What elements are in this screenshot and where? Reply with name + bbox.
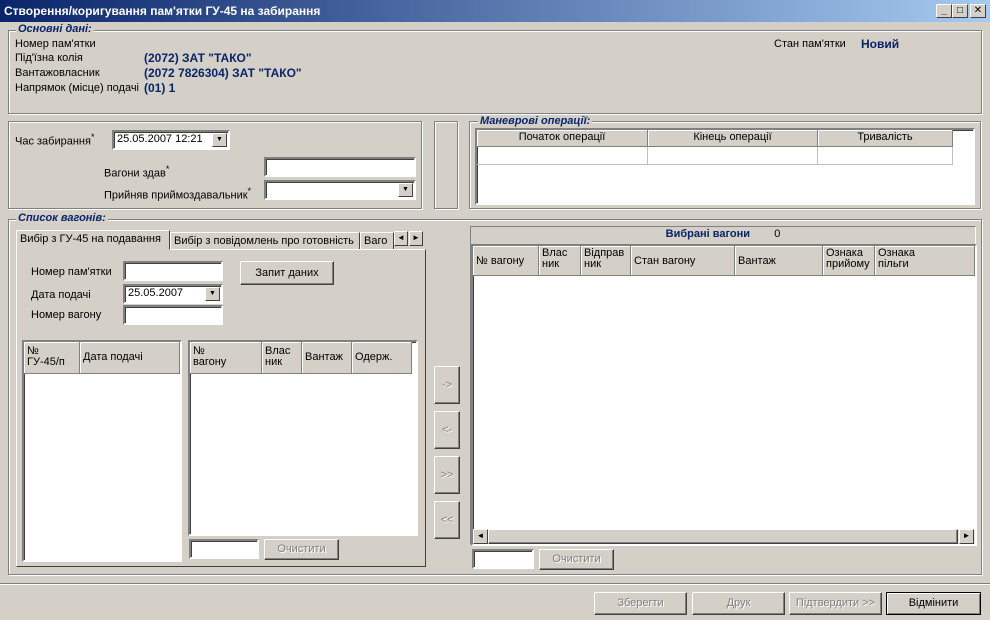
move-all-right-button[interactable]: >> — [434, 456, 460, 494]
scroll-right-icon[interactable]: ► — [959, 529, 974, 544]
move-right-button[interactable]: -> — [434, 366, 460, 404]
selected-header: Вибрані вагони 0 — [471, 228, 975, 244]
available-col-cargo[interactable]: Вантаж — [302, 342, 352, 374]
shunting-col-duration[interactable]: Тривалість — [818, 130, 953, 147]
move-left-button[interactable]: <- — [434, 411, 460, 449]
received-label: Прийняв приймоздавальник* — [104, 186, 252, 202]
dropdown-arrow-icon[interactable]: ▼ — [212, 133, 227, 147]
received-select[interactable]: ▼ — [264, 180, 416, 200]
selected-filter-input[interactable] — [472, 549, 534, 569]
tab-readiness-notices[interactable]: Вибір з повідомлень про готовність — [170, 232, 360, 250]
pickup-time-select[interactable]: 25.05.2007 12:21 ▼ — [112, 130, 230, 150]
move-all-left-button[interactable]: << — [434, 501, 460, 539]
memo-number-label: Номер пам'ятки — [15, 38, 96, 50]
horizontal-scrollbar[interactable]: ◄ ► — [473, 529, 975, 544]
status-value: Новий — [861, 37, 900, 51]
window-title-bar[interactable]: Створення/коригування пам'ятки ГУ-45 на … — [0, 0, 990, 22]
cancel-button[interactable]: Відмінити — [886, 592, 981, 615]
save-button[interactable]: Зберегти — [594, 592, 687, 615]
dropdown-arrow-icon[interactable]: ▼ — [398, 183, 413, 197]
wagon-list-legend: Список вагонів: — [16, 212, 108, 224]
siding-value: (2072) ЗАТ "ТАКО" — [144, 51, 252, 65]
gu45-col-date[interactable]: Дата подачі — [80, 342, 180, 374]
maximize-button[interactable]: □ — [952, 4, 968, 18]
available-wagons-grid[interactable]: № вагону Влас ник Вантаж Одерж. — [188, 340, 418, 536]
handed-input[interactable] — [264, 157, 416, 177]
cell-divider — [952, 147, 953, 165]
shunting-legend: Маневрові операції: — [478, 115, 593, 127]
table-row[interactable] — [477, 147, 953, 165]
selected-col-acceptance[interactable]: Ознака прийому — [823, 246, 875, 276]
owner-label: Вантажовласник — [15, 67, 100, 79]
selected-col-owner[interactable]: Влас ник — [539, 246, 581, 276]
close-button[interactable]: ✕ — [970, 4, 986, 18]
wagon-number-input[interactable] — [123, 305, 223, 325]
dropdown-arrow-icon[interactable]: ▼ — [205, 287, 220, 301]
available-filter-input[interactable] — [189, 539, 259, 559]
footer-divider-highlight — [0, 584, 990, 585]
window-title: Створення/коригування пам'ятки ГУ-45 на … — [4, 4, 321, 18]
selected-grid[interactable]: № вагону Влас ник Відправ ник Стан вагон… — [471, 244, 977, 546]
shunting-col-start[interactable]: Початок операції — [477, 130, 648, 147]
direction-value: (01) 1 — [144, 81, 176, 95]
available-col-wagon[interactable]: № вагону — [190, 342, 262, 374]
selected-col-wagon[interactable]: № вагону — [473, 246, 539, 276]
main-data-legend: Основні дані: — [16, 23, 94, 35]
handed-label: Вагони здав* — [104, 164, 170, 180]
selected-col-benefit[interactable]: Ознака пільги — [875, 246, 975, 276]
clear-available-button[interactable]: Очистити — [264, 539, 339, 560]
tab-scroll-right-icon[interactable]: ► — [409, 231, 423, 246]
cell-divider — [647, 147, 648, 165]
owner-value: (2072 7826304) ЗАТ "ТАКО" — [144, 66, 302, 80]
request-data-button[interactable]: Запит даних — [240, 261, 334, 285]
available-col-consignee[interactable]: Одерж. — [352, 342, 412, 374]
delivery-date-select[interactable]: 25.05.2007 ▼ — [123, 284, 223, 304]
tab-wagons[interactable]: Ваго — [360, 232, 394, 250]
pickup-time-value: 25.05.2007 12:21 — [117, 133, 203, 145]
available-col-owner[interactable]: Влас ник — [262, 342, 302, 374]
selected-col-cargo[interactable]: Вантаж — [735, 246, 823, 276]
cell-divider — [817, 147, 818, 165]
print-button[interactable]: Друк — [692, 592, 785, 615]
gu45-grid[interactable]: № ГУ-45/п Дата подачі — [22, 340, 182, 562]
selected-col-state[interactable]: Стан вагону — [631, 246, 735, 276]
scrollbar-thumb[interactable] — [488, 529, 958, 544]
gu45-col-number[interactable]: № ГУ-45/п — [24, 342, 80, 374]
pickup-time-label: Час забирання* — [15, 132, 95, 148]
selected-count: 0 — [774, 228, 781, 240]
tab-gu45-delivery[interactable]: Вибір з ГУ-45 на подавання — [16, 230, 170, 250]
direction-label: Напрямок (місце) подачі — [15, 82, 140, 94]
status-label: Стан пам'ятки — [774, 38, 846, 50]
minimize-button[interactable]: _ — [936, 4, 952, 18]
tab-scroll-left-icon[interactable]: ◄ — [394, 231, 408, 246]
shunting-col-end[interactable]: Кінець операції — [648, 130, 818, 147]
memo-number-input[interactable] — [123, 261, 223, 281]
clear-selected-button[interactable]: Очистити — [539, 549, 614, 570]
memo-number-filter-label: Номер пам'ятки — [31, 266, 112, 278]
siding-label: Під'їзна колія — [15, 52, 83, 64]
selected-col-sender[interactable]: Відправ ник — [581, 246, 631, 276]
scroll-left-icon[interactable]: ◄ — [473, 529, 488, 544]
confirm-button[interactable]: Підтвердити >> — [789, 592, 882, 615]
selected-title: Вибрані вагони — [665, 228, 751, 240]
spacer-panel — [434, 121, 458, 209]
shunting-grid[interactable]: Початок операції Кінець операції Тривалі… — [475, 128, 975, 205]
delivery-date-label: Дата подачі — [31, 289, 91, 301]
wagon-number-label: Номер вагону — [31, 309, 102, 321]
